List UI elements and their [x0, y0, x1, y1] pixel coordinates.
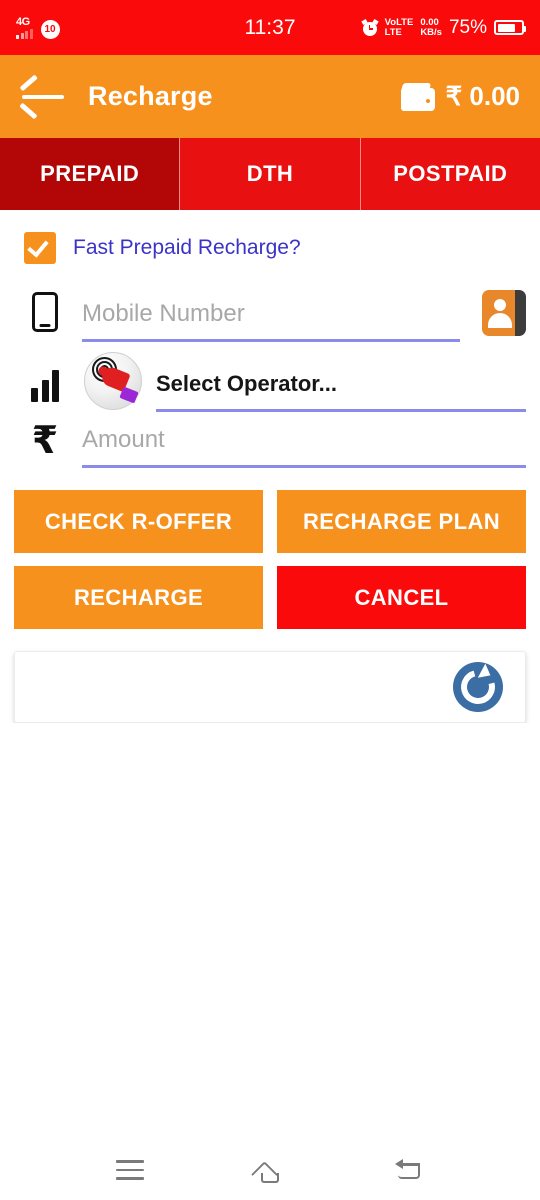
status-bar: 4G 10 11:37 VoLTE LTE 0.00 KB/s 75%	[0, 0, 540, 55]
tab-dth[interactable]: DTH	[180, 138, 361, 210]
refresh-icon[interactable]	[453, 662, 503, 712]
volte-indicator: VoLTE LTE	[384, 16, 414, 38]
sim-badge: 10	[40, 19, 60, 39]
signal-bars-icon	[22, 370, 68, 412]
recharge-form: Fast Prepaid Recharge? Mobile Number Sel…	[0, 210, 540, 723]
tab-prepaid[interactable]: PREPAID	[0, 138, 181, 210]
wallet-balance-area[interactable]: ₹ 0.00	[400, 81, 520, 112]
contacts-book-icon[interactable]	[482, 290, 526, 336]
recents-button[interactable]	[107, 1150, 153, 1190]
volte-label-bottom: LTE	[384, 26, 402, 38]
status-bar-right: VoLTE LTE 0.00 KB/s 75%	[360, 16, 526, 39]
fast-prepaid-recharge-label: Fast Prepaid Recharge?	[73, 236, 301, 259]
app-bar: Recharge ₹ 0.00	[0, 55, 540, 138]
recharge-plan-button[interactable]: RECHARGE PLAN	[277, 490, 526, 553]
info-card	[14, 651, 526, 723]
operator-select-label: Select Operator...	[156, 370, 337, 396]
app-screen: 4G 10 11:37 VoLTE LTE 0.00 KB/s 75% Rech…	[0, 0, 540, 1200]
mobile-phone-icon	[22, 292, 68, 342]
menu-icon	[116, 1160, 144, 1180]
network-type-label: 4G	[16, 15, 30, 28]
signal-strength-icon	[16, 28, 33, 39]
wallet-icon	[400, 82, 437, 111]
action-buttons: CHECK R-OFFER RECHARGE PLAN RECHARGE CAN…	[14, 468, 526, 629]
recharge-type-tabs: PREPAID DTH POSTPAID	[0, 138, 540, 210]
back-button[interactable]	[387, 1150, 433, 1190]
amount-field-row: ₹ Amount	[14, 412, 526, 468]
cancel-button[interactable]: CANCEL	[277, 566, 526, 629]
amount-input[interactable]: Amount	[82, 422, 526, 468]
mobile-number-placeholder: Mobile Number	[82, 299, 245, 327]
system-navigation-bar	[0, 1140, 540, 1200]
battery-icon	[494, 20, 526, 35]
recharge-button[interactable]: RECHARGE	[14, 566, 263, 629]
fast-prepaid-recharge-checkbox-row[interactable]: Fast Prepaid Recharge?	[14, 210, 526, 280]
alarm-clock-icon	[360, 18, 379, 36]
content-spacer	[0, 723, 540, 1140]
tap-hand-icon[interactable]	[84, 352, 142, 410]
mobile-number-input[interactable]: Mobile Number	[82, 296, 460, 342]
volte-label-top: VoLTE	[384, 16, 414, 28]
amount-placeholder: Amount	[82, 425, 165, 453]
status-bar-left: 4G 10	[16, 15, 60, 39]
operator-select[interactable]: Select Operator...	[156, 366, 526, 412]
home-icon	[251, 1157, 287, 1188]
data-rate-value: 0.00	[420, 16, 439, 28]
tab-postpaid[interactable]: POSTPAID	[360, 138, 540, 210]
home-button[interactable]	[247, 1150, 293, 1190]
network-indicator: 4G	[16, 15, 33, 39]
fast-prepaid-recharge-checkbox[interactable]	[24, 232, 56, 264]
back-arrow-icon[interactable]	[19, 73, 66, 119]
wallet-balance-label: ₹ 0.00	[445, 81, 520, 111]
check-r-offer-button[interactable]: CHECK R-OFFER	[14, 490, 263, 553]
page-title: Recharge	[88, 81, 213, 111]
rupee-icon: ₹	[31, 418, 59, 463]
operator-field-row: Select Operator...	[14, 342, 526, 412]
back-icon	[394, 1157, 426, 1183]
data-rate-unit: KB/s	[420, 26, 442, 38]
battery-percent-label: 75%	[448, 16, 487, 38]
mobile-number-field-row: Mobile Number	[14, 280, 526, 342]
data-rate-indicator: 0.00 KB/s	[420, 16, 442, 38]
